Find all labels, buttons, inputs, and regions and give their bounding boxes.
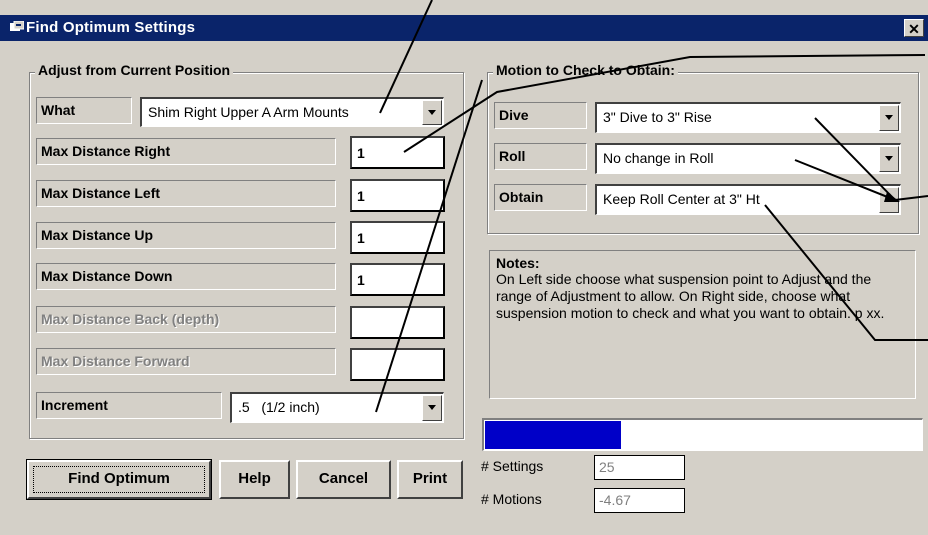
dialog-window: Find Optimum Settings ✕ Adjust from Curr…: [0, 0, 928, 535]
callout-line-what: [379, 0, 433, 114]
callout-line-max-right: [403, 54, 926, 153]
callout-line-increment: [375, 79, 483, 413]
callout-arrowhead: [884, 192, 900, 202]
annotation-lines: [375, 0, 928, 413]
callout-line-combo: [894, 195, 928, 201]
callout-line-roll: [794, 159, 896, 201]
callout-line-dive: [814, 117, 896, 201]
callout-line-obtain: [764, 204, 928, 341]
